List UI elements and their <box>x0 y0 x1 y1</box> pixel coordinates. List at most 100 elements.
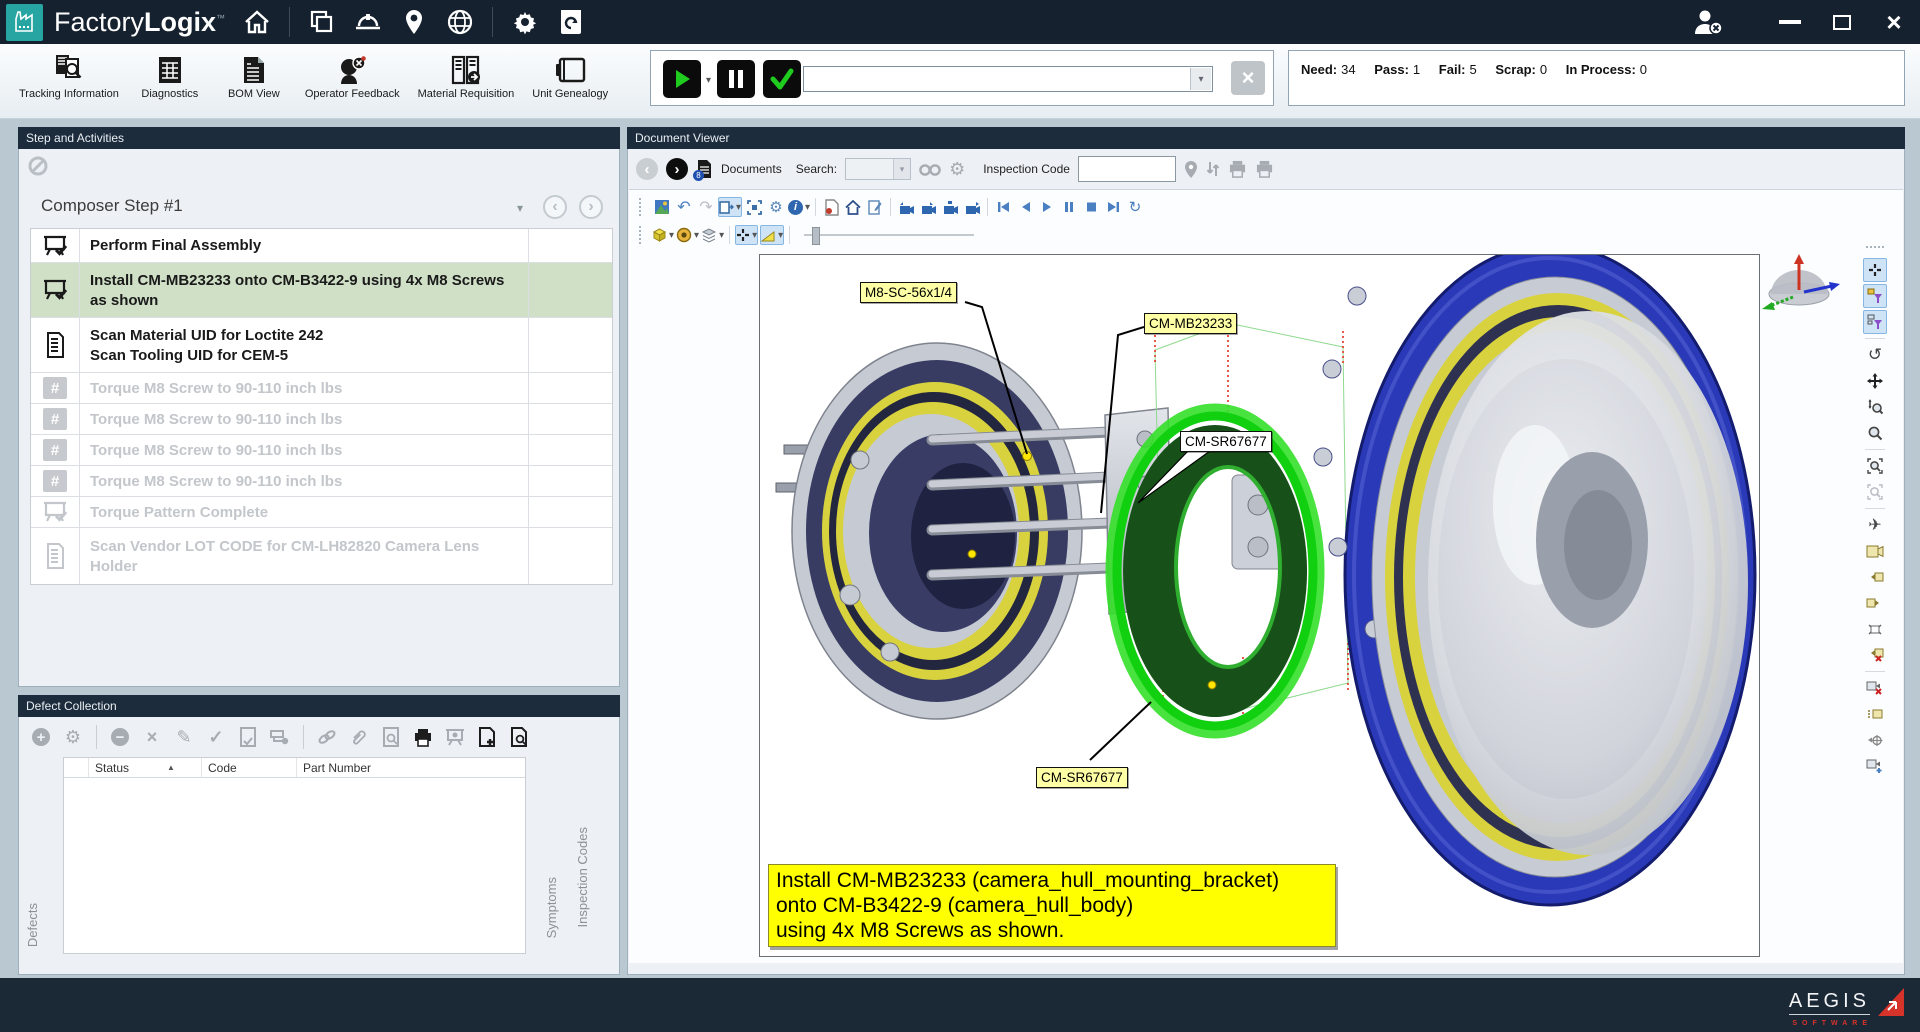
link-icon[interactable] <box>314 724 340 750</box>
view-capture-new-icon[interactable] <box>962 197 982 217</box>
redo-icon[interactable]: ↷ <box>696 197 716 217</box>
unit-genealogy-button[interactable]: Unit Genealogy <box>532 51 608 100</box>
zoom-window-icon[interactable] <box>1863 454 1887 478</box>
visibility-icon[interactable]: ▾ <box>676 225 699 245</box>
toolbar-grip[interactable] <box>1866 246 1884 253</box>
camera-clear-icon[interactable] <box>1863 676 1887 700</box>
print-document-icon[interactable] <box>1228 160 1247 178</box>
activity-row[interactable]: Torque Pattern Complete <box>31 497 612 528</box>
defects-tab[interactable]: Defects <box>25 903 40 947</box>
media-last-icon[interactable] <box>1103 197 1123 217</box>
notes-icon[interactable] <box>865 197 885 217</box>
section-wedge-icon[interactable]: ▾ <box>760 225 784 245</box>
step-selector-caret-icon[interactable]: ▾ <box>517 201 523 215</box>
activate-document-icon[interactable]: ▾ <box>718 197 742 217</box>
activity-row[interactable]: # Torque M8 Screw to 90-110 inch lbs <box>31 373 612 404</box>
activity-row[interactable]: # Torque M8 Screw to 90-110 inch lbs <box>31 466 612 497</box>
material-requisition-button[interactable]: Material Requisition <box>418 51 515 100</box>
refresh-document-icon[interactable] <box>553 4 589 40</box>
binoculars-icon[interactable] <box>919 162 941 177</box>
inspection-codes-tab[interactable]: Inspection Codes <box>575 827 590 927</box>
toolbar-grip[interactable] <box>639 226 645 244</box>
media-first-icon[interactable] <box>993 197 1013 217</box>
next-document-button[interactable]: › <box>666 158 688 180</box>
media-play-icon[interactable] <box>1037 197 1057 217</box>
search-combobox[interactable]: ▾ <box>845 158 911 180</box>
fit-view-icon[interactable] <box>744 197 764 217</box>
combobox-dropdown-icon[interactable]: ▾ <box>1190 68 1211 90</box>
add-defect-icon[interactable]: + <box>28 724 54 750</box>
pan-icon[interactable] <box>1863 369 1887 393</box>
inspection-code-input[interactable] <box>1078 156 1176 182</box>
presentation-icon[interactable] <box>442 724 468 750</box>
documents-icon[interactable]: 8 <box>696 159 713 179</box>
camera-add-icon[interactable] <box>1863 754 1887 778</box>
status-column-header[interactable]: Status▲ <box>89 758 202 777</box>
orbit-icon[interactable]: ↺ <box>1863 343 1887 367</box>
diagnostics-button[interactable]: Diagnostics <box>137 51 203 100</box>
filter-component-icon[interactable] <box>1863 284 1887 308</box>
previous-document-button[interactable]: ‹ <box>636 158 658 180</box>
view-capture-up-icon[interactable] <box>940 197 960 217</box>
zoom-fit-icon[interactable] <box>1863 480 1887 504</box>
tracking-information-button[interactable]: Tracking Information <box>19 51 119 100</box>
activity-row[interactable]: Perform Final Assembly <box>31 229 612 263</box>
camera-delete-icon[interactable] <box>1863 643 1887 667</box>
activity-row[interactable]: Scan Material UID for Loctite 242 Scan T… <box>31 318 612 373</box>
document-preview-icon[interactable] <box>378 724 404 750</box>
logout-user-icon[interactable] <box>1682 0 1734 44</box>
view-capture-forward-icon[interactable] <box>918 197 938 217</box>
part-number-column-header[interactable]: Part Number <box>297 761 525 775</box>
documents-stack-icon[interactable] <box>304 4 340 40</box>
orientation-gizmo[interactable] <box>1754 250 1844 321</box>
activity-row[interactable]: # Torque M8 Screw to 90-110 inch lbs <box>31 404 612 435</box>
camera-view-icon[interactable] <box>1863 539 1887 563</box>
viewer-settings-icon[interactable]: ⚙ <box>949 159 965 180</box>
camera-flash-icon[interactable] <box>1863 617 1887 641</box>
symptoms-tab[interactable]: Symptoms <box>544 877 559 938</box>
clear-button[interactable]: × <box>1231 61 1265 95</box>
step-selector[interactable]: Composer Step #1 <box>41 196 183 216</box>
defect-tag-settings-icon[interactable] <box>267 724 293 750</box>
search-dropdown-icon[interactable]: ▾ <box>893 159 910 179</box>
print-icon[interactable] <box>410 724 436 750</box>
remove-defect-icon[interactable]: − <box>107 724 133 750</box>
attachment-icon[interactable] <box>346 724 372 750</box>
unit-scan-input[interactable] <box>804 67 1184 91</box>
media-previous-icon[interactable] <box>1015 197 1035 217</box>
unit-scan-combobox[interactable]: ▾ <box>803 66 1213 92</box>
location-icon[interactable] <box>396 4 432 40</box>
undo-icon[interactable]: ↶ <box>674 197 694 217</box>
activity-row[interactable]: # Torque M8 Screw to 90-110 inch lbs <box>31 435 612 466</box>
accept-defect-icon[interactable]: ✓ <box>203 724 229 750</box>
start-options-caret[interactable]: ▾ <box>706 75 711 86</box>
zoom-dynamic-icon[interactable] <box>1863 395 1887 419</box>
complete-button[interactable] <box>763 60 801 98</box>
operator-feedback-button[interactable]: Operator Feedback <box>305 51 400 100</box>
render-image-icon[interactable] <box>652 197 672 217</box>
activity-row-selected[interactable]: Install CM-MB23233 onto CM-B3422-9 using… <box>31 263 612 318</box>
restore-button[interactable] <box>1816 0 1868 44</box>
home-view-icon[interactable] <box>843 197 863 217</box>
previous-step-button[interactable]: ‹ <box>543 195 567 219</box>
explode-slider[interactable] <box>804 234 974 236</box>
close-button[interactable]: × <box>1868 0 1920 44</box>
pin-location-icon[interactable] <box>1184 160 1198 179</box>
start-button[interactable] <box>663 60 701 98</box>
activity-row[interactable]: Scan Vendor LOT CODE for CM-LH82820 Came… <box>31 528 612 584</box>
solid-view-icon[interactable]: ▾ <box>652 225 674 245</box>
document-find-icon[interactable] <box>506 724 532 750</box>
hardhat-icon[interactable] <box>350 4 386 40</box>
filter-sort-icon[interactable] <box>1206 160 1220 178</box>
defect-settings-icon[interactable]: ⚙ <box>60 724 86 750</box>
camera-next-icon[interactable] <box>1863 591 1887 615</box>
search-input[interactable] <box>846 159 898 179</box>
edit-defect-icon[interactable]: ✎ <box>171 724 197 750</box>
home-icon[interactable] <box>239 4 275 40</box>
view-capture-back-icon[interactable] <box>896 197 916 217</box>
explode-slider-thumb[interactable] <box>812 227 820 245</box>
info-icon[interactable]: i▾ <box>788 197 810 217</box>
next-step-button[interactable]: › <box>579 195 603 219</box>
pause-button[interactable] <box>717 60 755 98</box>
view-settings-icon[interactable]: ⚙ <box>766 197 786 217</box>
